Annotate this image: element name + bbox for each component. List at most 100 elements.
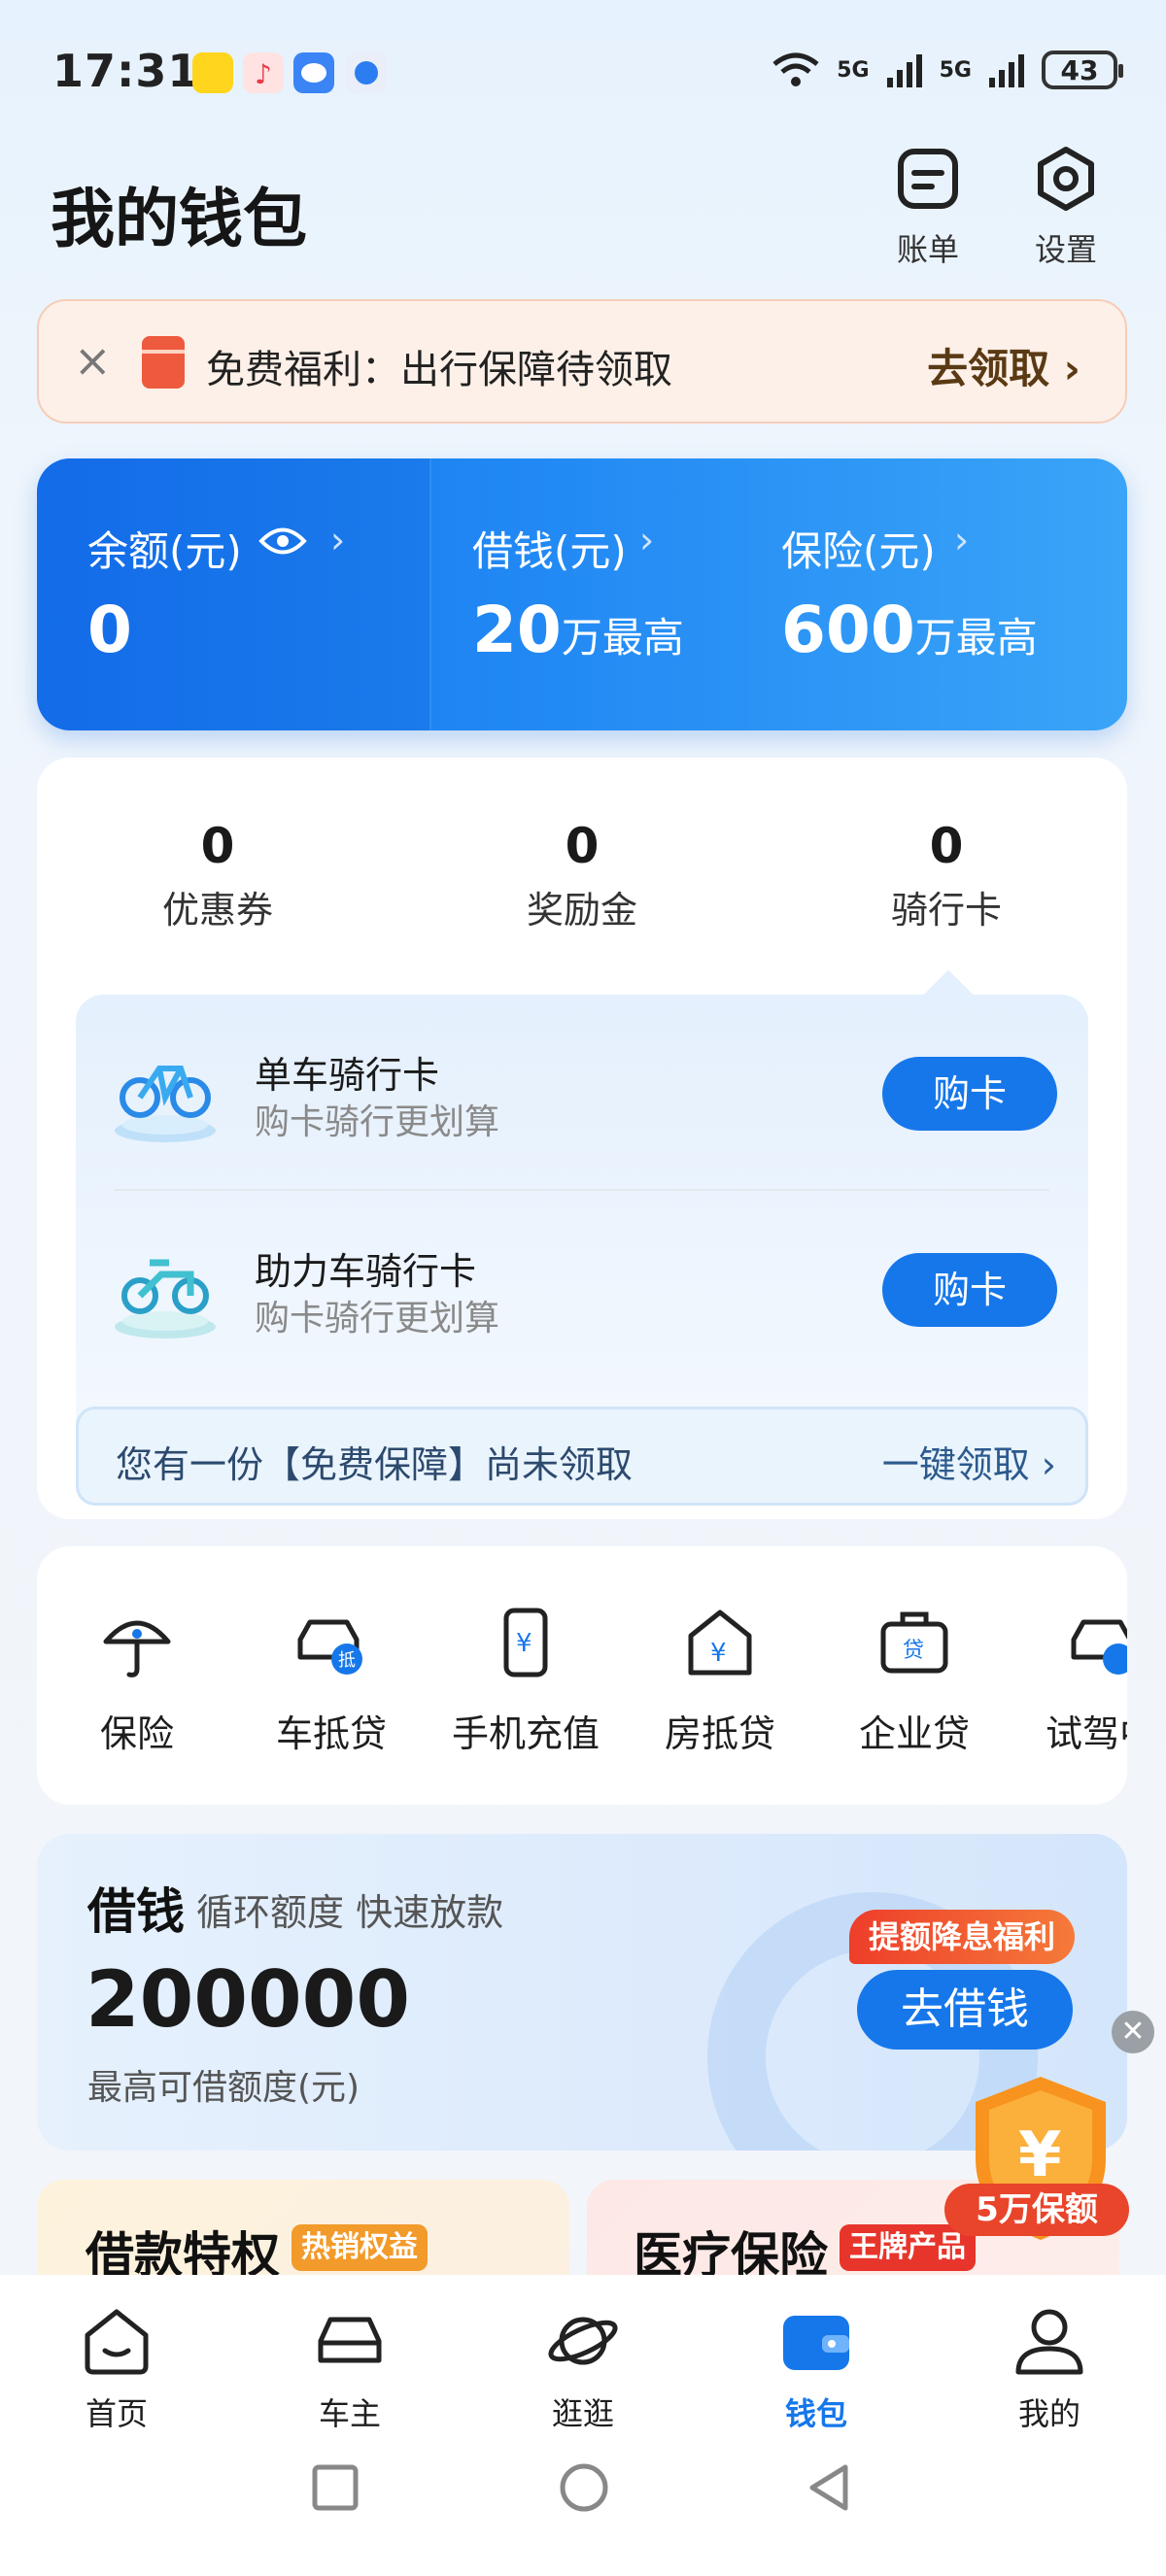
recent-apps-icon[interactable] [311, 2463, 360, 2512]
one-click-claim-link[interactable]: 一键领取 › [882, 1435, 1056, 1488]
network-type-1: 5G [837, 57, 870, 83]
coupon-count-label: 优惠券 [161, 889, 273, 932]
bill-icon [898, 149, 958, 209]
chevron-right-icon: › [954, 519, 970, 561]
reward-count-value: 0 [565, 818, 600, 874]
service-insurance[interactable]: 保险 [54, 1605, 220, 1757]
page-title: 我的钱包 [51, 182, 307, 256]
tab-label: 我的 [1017, 2395, 1080, 2432]
eye-icon[interactable] [258, 525, 307, 558]
borrow-label: 借钱(元) [472, 527, 627, 575]
buy-card-button[interactable]: 购卡 [882, 1057, 1057, 1131]
signal-icon [989, 54, 1024, 87]
card-subtitle: 购卡骑行更划算 [255, 1299, 500, 1339]
back-icon[interactable] [805, 2461, 853, 2514]
svg-text:¥: ¥ [516, 1629, 532, 1658]
free-guarantee-bar[interactable]: 您有一份【免费保障】尚未领取 一键领取 › [76, 1407, 1088, 1506]
insurance-label: 保险(元) [781, 527, 936, 575]
promo-banner[interactable]: × 免费福利：出行保障待领取 去领取 › [37, 299, 1127, 424]
ride-card-count[interactable]: 0 骑行卡 [830, 818, 1063, 933]
card-title: 单车骑行卡 [255, 1054, 440, 1097]
home-button-icon[interactable] [558, 2461, 610, 2514]
status-bar: 17:31 ♪ 5G 5G 43 [0, 0, 1166, 146]
go-borrow-button[interactable]: 去借钱 [857, 1970, 1073, 2050]
settings-button[interactable]: 设置 [1012, 146, 1119, 282]
network-type-2: 5G [939, 57, 972, 83]
list-item[interactable]: 助力车骑行卡 购卡骑行更划算 购卡 [76, 1191, 1088, 1385]
service-label: 企业贷 [858, 1712, 970, 1755]
card-title: 助力车骑行卡 [255, 1250, 477, 1293]
service-label: 手机充值 [451, 1712, 600, 1755]
promo-badge: 提额降息福利 [849, 1910, 1075, 1964]
tab-explore[interactable]: 逛逛 [515, 2302, 651, 2434]
tab-label: 钱包 [784, 2395, 847, 2432]
list-item[interactable]: 单车骑行卡 购卡骑行更划算 购卡 [76, 995, 1088, 1191]
borrow-title: 借钱 [87, 1883, 185, 1940]
bill-label: 账单 [896, 231, 959, 268]
chevron-right-icon: › [330, 519, 346, 561]
service-label: 试驾中 [1045, 1712, 1127, 1755]
tile-tag: 热销权益 [292, 2224, 428, 2271]
car-loan-icon: 抵 [297, 1619, 362, 1675]
music-app-icon: ♪ [243, 52, 284, 93]
service-car-loan[interactable]: 抵 车抵贷 [249, 1605, 414, 1757]
phone-recharge-icon: ¥ [503, 1608, 548, 1678]
tab-car-owner[interactable]: 车主 [282, 2302, 418, 2434]
tab-home[interactable]: 首页 [49, 2302, 185, 2434]
service-house-loan[interactable]: ¥ 房抵贷 [637, 1605, 803, 1757]
wifi-icon [772, 52, 819, 86]
borrow-caption: 最高可借额度(元) [87, 2068, 360, 2108]
umbrella-icon [103, 1620, 171, 1678]
service-label: 房抵贷 [664, 1712, 775, 1755]
service-label: 保险 [99, 1712, 174, 1755]
svg-text:♪: ♪ [255, 58, 272, 90]
business-loan-icon: 贷 [880, 1611, 948, 1674]
service-test-drive[interactable]: 试驾中 [1018, 1605, 1127, 1757]
browser-app-icon [346, 52, 387, 93]
reward-count-label: 奖励金 [526, 889, 637, 932]
system-nav-bar [0, 2430, 1166, 2576]
svg-text:抵: 抵 [338, 1650, 356, 1671]
service-phone-recharge[interactable]: ¥ 手机充值 [443, 1605, 608, 1757]
coupon-count[interactable]: 0 优惠券 [101, 818, 334, 933]
balance-value: 0 [87, 593, 132, 667]
claim-link[interactable]: 去领取 › [927, 336, 1080, 395]
gear-icon [1038, 147, 1094, 211]
tab-profile[interactable]: 我的 [981, 2302, 1117, 2434]
wallet-summary-card: 余额(元) › 0 借钱(元) › 20万最高 保险(元) › 600万最高 [37, 458, 1127, 730]
close-icon[interactable]: × [74, 338, 112, 383]
svg-text:¥: ¥ [710, 1639, 727, 1668]
services-grid: 保险 抵 车抵贷 ¥ 手机充值 ¥ 房抵贷 贷 企业贷 试驾 [37, 1546, 1127, 1805]
ride-cards-list: 单车骑行卡 购卡骑行更划算 购卡 助力车骑行卡 购卡骑行更划算 购卡 您有一份【… [76, 995, 1088, 1506]
assets-panel: 0 优惠券 0 奖励金 0 骑行卡 单车骑行卡 购卡骑行更划算 购卡 助力车骑行… [37, 758, 1127, 1519]
settings-label: 设置 [1034, 231, 1097, 268]
close-float-button[interactable]: ✕ [1112, 2011, 1154, 2053]
tab-label: 逛逛 [551, 2395, 614, 2432]
buy-card-button[interactable]: 购卡 [882, 1253, 1057, 1327]
house-loan-icon: ¥ [688, 1610, 752, 1676]
shield-label[interactable]: 5万保额 [944, 2184, 1129, 2236]
balance-label: 余额(元) [87, 527, 242, 575]
insurance-unit: 万最高 [914, 614, 1038, 661]
borrow-tagline: 循环额度 快速放款 [196, 1891, 504, 1934]
battery-level: 43 [1060, 53, 1099, 86]
insurance-value: 600 [781, 593, 915, 667]
service-label: 车抵贷 [275, 1712, 387, 1755]
tab-wallet[interactable]: 钱包 [748, 2302, 884, 2434]
wallet-icon [783, 2316, 849, 2370]
profile-icon [1015, 2309, 1083, 2375]
status-indicators: 5G 5G 43 [771, 51, 1123, 89]
bill-button[interactable]: 账单 [874, 146, 981, 282]
ride-card-count-value: 0 [929, 818, 964, 874]
reward-count[interactable]: 0 奖励金 [465, 818, 699, 933]
chevron-right-icon: › [639, 519, 655, 561]
coupon-count-value: 0 [200, 818, 235, 874]
svg-text:贷: 贷 [903, 1639, 924, 1663]
home-icon [85, 2309, 149, 2375]
service-business-loan[interactable]: 贷 企业贷 [832, 1605, 997, 1757]
guarantee-text: 您有一份【免费保障】尚未领取 [116, 1443, 634, 1486]
message-app-icon [293, 52, 334, 93]
promo-text: 免费福利：出行保障待领取 [206, 348, 672, 392]
test-drive-icon [1071, 1619, 1127, 1675]
borrow-unit: 万最高 [561, 614, 684, 661]
